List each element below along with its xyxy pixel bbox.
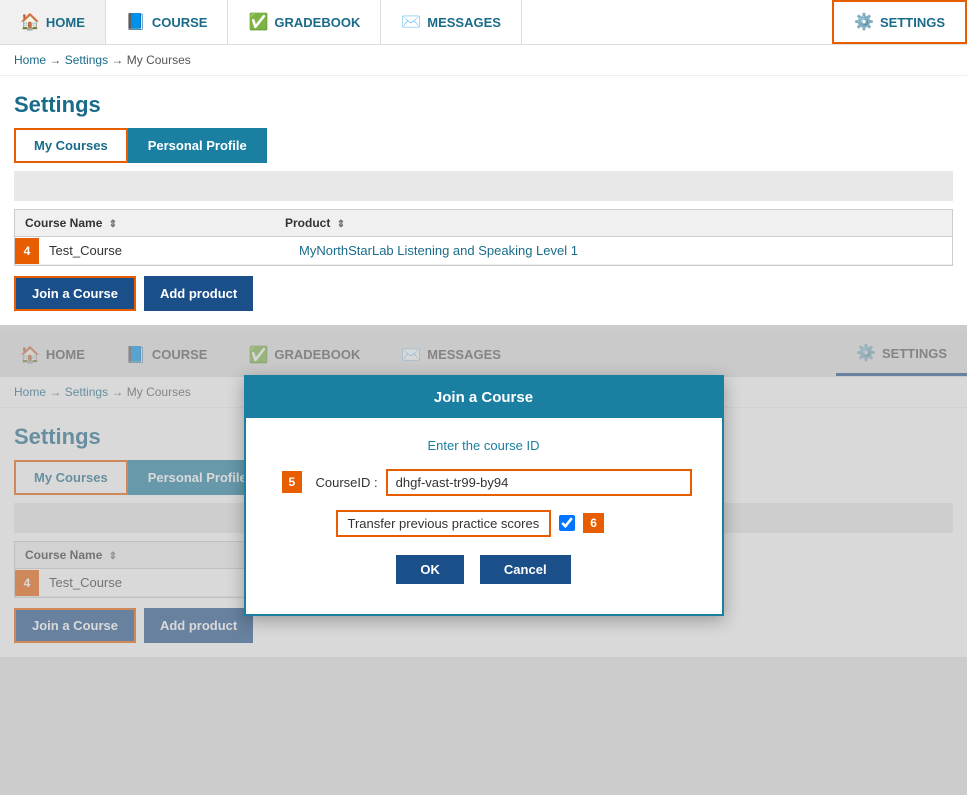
nav-settings[interactable]: ⚙️ SETTINGS xyxy=(832,0,967,44)
course-icon: 📘 xyxy=(126,12,146,32)
gradebook-icon: ✅ xyxy=(248,12,268,32)
tabs-1: My Courses Personal Profile xyxy=(0,128,967,163)
dialog-backdrop: Join a Course Enter the course ID 5 Cour… xyxy=(0,333,967,657)
add-product-button-1[interactable]: Add product xyxy=(144,276,253,311)
col-course-header: Course Name ⇕ xyxy=(25,216,285,230)
cancel-button[interactable]: Cancel xyxy=(480,555,571,584)
cell-course-1: Test_Course xyxy=(49,243,299,258)
nav-bar-1: 🏠 HOME 📘 COURSE ✅ GRADEBOOK ✉️ MESSAGES … xyxy=(0,0,967,45)
transfer-checkbox[interactable] xyxy=(559,515,575,531)
nav-course[interactable]: 📘 COURSE xyxy=(106,0,229,44)
tab-personal-1[interactable]: Personal Profile xyxy=(128,128,267,163)
courseid-label: CourseID : xyxy=(316,475,378,490)
dialog-subtitle: Enter the course ID xyxy=(276,438,692,453)
nav-gradebook[interactable]: ✅ GRADEBOOK xyxy=(228,0,381,44)
dialog-body: Enter the course ID 5 CourseID : Transfe… xyxy=(246,418,722,614)
breadcrumb-1: Home → Settings → My Courses xyxy=(0,45,967,76)
page-title-1: Settings xyxy=(0,76,967,128)
panel-2: 🏠 HOME 📘 COURSE ✅ GRADEBOOK ✉️ MESSAGES … xyxy=(0,333,967,657)
course-table-1: Course Name ⇕ Product ⇕ 4 Test_Course My… xyxy=(14,209,953,266)
buttons-row-1: Join a Course Add product xyxy=(0,266,967,325)
sort-arrow-product: ⇕ xyxy=(337,219,345,230)
dialog-buttons: OK Cancel xyxy=(276,555,692,594)
table-row-1: 4 Test_Course MyNorthStarLab Listening a… xyxy=(15,237,952,265)
breadcrumb-mycourses: My Courses xyxy=(127,53,191,67)
join-course-dialog: Join a Course Enter the course ID 5 Cour… xyxy=(244,375,724,616)
nav-messages[interactable]: ✉️ MESSAGES xyxy=(381,0,522,44)
courseid-field-row: 5 CourseID : xyxy=(316,469,692,496)
gray-area-1 xyxy=(14,171,953,201)
messages-icon: ✉️ xyxy=(401,12,421,32)
step-6-badge: 6 xyxy=(583,513,604,533)
row-num-1: 4 xyxy=(15,238,39,264)
table-header-1: Course Name ⇕ Product ⇕ xyxy=(15,210,952,237)
transfer-row: Transfer previous practice scores 6 xyxy=(336,510,692,537)
settings-icon: ⚙️ xyxy=(854,12,874,32)
tab-mycourses-1[interactable]: My Courses xyxy=(14,128,128,163)
ok-button[interactable]: OK xyxy=(396,555,464,584)
courseid-input[interactable] xyxy=(386,469,692,496)
cell-product-1: MyNorthStarLab Listening and Speaking Le… xyxy=(299,243,942,258)
sort-arrow-course: ⇕ xyxy=(109,219,117,230)
join-course-button-1[interactable]: Join a Course xyxy=(14,276,136,311)
step-5-badge: 5 xyxy=(282,471,303,493)
transfer-label: Transfer previous practice scores xyxy=(336,510,552,537)
panel-1: 🏠 HOME 📘 COURSE ✅ GRADEBOOK ✉️ MESSAGES … xyxy=(0,0,967,325)
nav-home[interactable]: 🏠 HOME xyxy=(0,0,106,44)
col-product-header: Product ⇕ xyxy=(285,216,942,230)
home-icon: 🏠 xyxy=(20,12,40,32)
dialog-title: Join a Course xyxy=(246,377,722,418)
breadcrumb-home[interactable]: Home xyxy=(14,53,46,67)
breadcrumb-settings[interactable]: Settings xyxy=(65,53,108,67)
